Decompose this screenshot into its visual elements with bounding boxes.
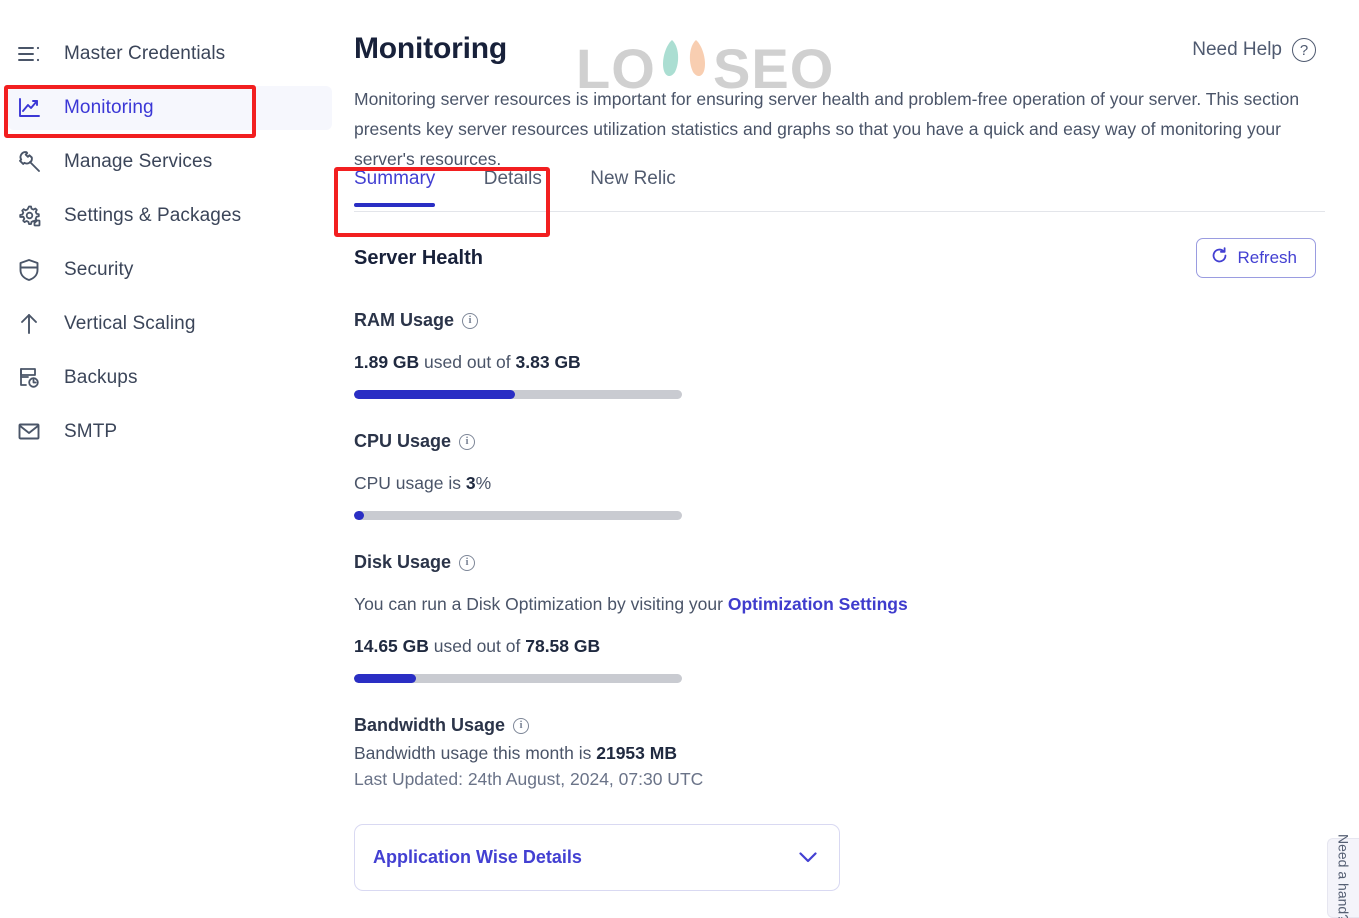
sidebar-item-label: Backups — [64, 367, 138, 388]
sidebar-item-label: Manage Services — [64, 151, 213, 172]
chevron-down-icon[interactable] — [799, 849, 817, 866]
cpu-usage-label: CPU Usage — [354, 431, 452, 451]
need-a-hand-tab[interactable]: Need a hand? — [1327, 834, 1359, 918]
optimization-settings-link[interactable]: Optimization Settings — [728, 594, 908, 614]
line-chart-icon — [18, 95, 48, 121]
sidebar-item-label: Master Credentials — [64, 43, 226, 64]
bandwidth-usage-label-row: Bandwidth Usage i — [354, 715, 1325, 736]
disk-usage-text: 14.65 GB used out of 78.58 GB — [354, 636, 1325, 657]
ram-usage-metric: RAM Usage i 1.89 GB used out of 3.83 GB — [354, 310, 1325, 399]
page-description: Monitoring server resources is important… — [354, 89, 1300, 169]
question-circle-icon[interactable]: ? — [1292, 38, 1316, 62]
application-wise-details-accordion[interactable]: Application Wise Details — [354, 824, 840, 891]
need-help-button[interactable]: Need Help ? — [1192, 38, 1316, 62]
disk-total-value: 78.58 GB — [525, 636, 601, 656]
ram-total-value: 3.83 GB — [515, 352, 581, 372]
sidebar-item-security[interactable]: Security — [8, 248, 332, 292]
ram-usage-text: 1.89 GB used out of 3.83 GB — [354, 352, 1325, 373]
sidebar-item-label: Security — [64, 259, 134, 280]
info-icon[interactable]: i — [462, 312, 479, 329]
cpu-prefix: CPU usage is — [354, 473, 466, 493]
page-title: Monitoring — [354, 32, 507, 65]
bandwidth-usage-text: Bandwidth usage this month is 21953 MB — [354, 743, 1325, 764]
monitoring-page: Master Credentials Monitoring Manage Ser… — [0, 0, 1359, 918]
section-title: Server Health — [354, 246, 483, 269]
ram-usage-progress-track — [354, 390, 682, 399]
bandwidth-last-updated: Last Updated: 24th August, 2024, 07:30 U… — [354, 769, 704, 789]
bandwidth-prefix: Bandwidth usage this month is — [354, 743, 597, 763]
refresh-label: Refresh — [1237, 248, 1297, 267]
ram-used-value: 1.89 GB — [354, 352, 420, 372]
sidebar-item-manage-services[interactable]: Manage Services — [8, 140, 332, 184]
ram-usage-label-row: RAM Usage i — [354, 310, 1325, 331]
ram-mid-text: used out of — [419, 352, 516, 372]
refresh-icon — [1211, 247, 1228, 269]
cpu-usage-progress-fill — [354, 511, 364, 520]
ram-usage-progress-fill — [354, 390, 515, 399]
disk-hint-prefix: You can run a Disk Optimization by visit… — [354, 594, 728, 614]
sidebar-item-label: Monitoring — [64, 97, 154, 118]
envelope-icon — [18, 419, 48, 445]
info-icon[interactable]: i — [459, 554, 476, 571]
cpu-usage-metric: CPU Usage i CPU usage is 3% — [354, 431, 1325, 520]
sidebar: Master Credentials Monitoring Manage Ser… — [0, 0, 340, 918]
disk-usage-progress-fill — [354, 674, 417, 683]
bandwidth-usage-label: Bandwidth Usage — [354, 715, 506, 735]
arrow-up-icon — [18, 311, 48, 337]
info-icon[interactable]: i — [459, 433, 476, 450]
wrench-icon — [18, 149, 48, 175]
need-a-hand-label: Need a hand? — [1335, 834, 1352, 918]
server-health-header: Server Health Refresh — [354, 238, 1325, 278]
main-content: Monitoring LO SEO Need Help ? Monitoring… — [340, 0, 1359, 918]
disk-usage-metric: Disk Usage i You can run a Disk Optimiza… — [354, 552, 1325, 683]
sidebar-item-settings-packages[interactable]: Settings & Packages — [8, 194, 332, 238]
bandwidth-usage-metric: Bandwidth Usage i Bandwidth usage this m… — [354, 715, 1325, 790]
cpu-value: 3 — [465, 473, 476, 493]
page-header: Monitoring LO SEO Need Help ? Monitoring… — [354, 22, 1325, 169]
application-wise-details-label: Application Wise Details — [373, 847, 582, 867]
sidebar-item-label: Vertical Scaling — [64, 313, 196, 334]
cpu-suffix: % — [475, 473, 492, 493]
refresh-button[interactable]: Refresh — [1196, 238, 1316, 278]
sidebar-item-vertical-scaling[interactable]: Vertical Scaling — [8, 302, 332, 346]
sidebar-item-label: SMTP — [64, 421, 118, 442]
sidebar-item-smtp[interactable]: SMTP — [8, 410, 332, 454]
backup-restore-icon — [18, 365, 48, 391]
cpu-usage-label-row: CPU Usage i — [354, 431, 1325, 452]
cpu-usage-progress-track — [354, 511, 682, 520]
cpu-usage-text: CPU usage is 3% — [354, 473, 1325, 494]
sidebar-item-backups[interactable]: Backups — [8, 356, 332, 400]
info-icon[interactable]: i — [513, 717, 530, 734]
gear-icon — [18, 203, 48, 229]
sidebar-item-master-credentials[interactable]: Master Credentials — [8, 32, 332, 76]
disk-usage-label-row: Disk Usage i — [354, 552, 1325, 573]
disk-optimization-hint: You can run a Disk Optimization by visit… — [354, 594, 1325, 615]
disk-mid-text: used out of — [428, 636, 526, 656]
sidebar-item-monitoring[interactable]: Monitoring — [8, 86, 332, 130]
bandwidth-value: 21953 MB — [596, 743, 677, 763]
sidebar-item-label: Settings & Packages — [64, 205, 242, 226]
shield-icon — [18, 257, 48, 283]
need-help-label: Need Help — [1192, 39, 1282, 60]
summary-panel: Server Health Refresh RAM Usage i 1.89 G… — [354, 212, 1325, 891]
disk-usage-label: Disk Usage — [354, 552, 452, 572]
menu-list-icon — [18, 41, 48, 67]
disk-usage-progress-track — [354, 674, 682, 683]
disk-used-value: 14.65 GB — [354, 636, 429, 656]
ram-usage-label: RAM Usage — [354, 310, 455, 330]
